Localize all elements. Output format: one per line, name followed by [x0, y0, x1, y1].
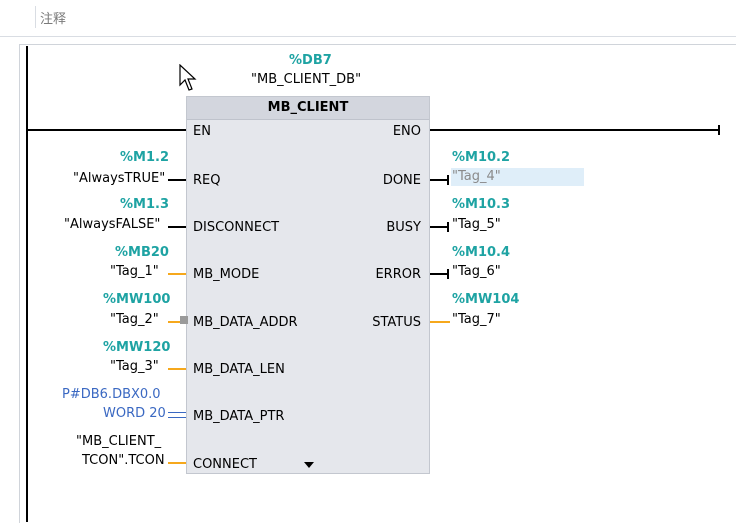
- busy-tag[interactable]: "Tag_5": [452, 217, 501, 232]
- pin-done: DONE: [382, 173, 421, 188]
- mb-client-block[interactable]: MB_CLIENT EN ENO REQ DISCONNECT MB_MODE …: [186, 96, 430, 474]
- en-power-line: [28, 129, 186, 131]
- connect-tag-line1[interactable]: "MB_CLIENT_: [76, 434, 161, 449]
- status-address[interactable]: %MW104: [452, 292, 519, 307]
- pin-busy: BUSY: [386, 220, 421, 235]
- pin-mb-data-addr: MB_DATA_ADDR: [193, 315, 298, 330]
- connect-tag-line2[interactable]: TCON".TCON: [82, 453, 165, 468]
- mb-mode-wire: [168, 273, 186, 275]
- mb-data-addr-address[interactable]: %MW100: [103, 292, 170, 307]
- req-wire: [168, 179, 186, 181]
- mb-data-ptr-address[interactable]: P#DB6.DBX0.0: [62, 387, 161, 402]
- pin-mb-mode: MB_MODE: [193, 267, 260, 282]
- pin-status: STATUS: [372, 315, 421, 330]
- mb-mode-tag[interactable]: "Tag_1": [110, 264, 159, 279]
- pointer-wire: [168, 412, 186, 418]
- disconnect-address[interactable]: %M1.3: [120, 197, 169, 212]
- req-address[interactable]: %M1.2: [120, 150, 169, 165]
- status-tag[interactable]: "Tag_7": [452, 312, 501, 327]
- pin-error: ERROR: [375, 267, 421, 282]
- req-tag[interactable]: "AlwaysTRUE": [73, 171, 165, 186]
- pin-req: REQ: [193, 173, 221, 188]
- comment-divider: [35, 6, 36, 28]
- disconnect-wire: [168, 226, 186, 228]
- eno-output-line: [430, 129, 720, 131]
- pin-eno: ENO: [392, 124, 421, 139]
- done-wire: [430, 179, 448, 181]
- triangle-down-icon[interactable]: [304, 462, 314, 468]
- done-tag[interactable]: "Tag_4": [452, 169, 501, 184]
- done-wire-end: [447, 175, 449, 185]
- busy-wire-end: [447, 222, 449, 232]
- mb-data-len-address[interactable]: %MW120: [103, 340, 170, 355]
- instance-db-address[interactable]: %DB7: [289, 53, 332, 68]
- mb-data-len-wire: [168, 368, 186, 370]
- comment-text[interactable]: 注释: [40, 8, 66, 27]
- disconnect-tag[interactable]: "AlwaysFALSE": [64, 217, 160, 232]
- mb-data-addr-tag[interactable]: "Tag_2": [110, 312, 159, 327]
- error-wire-end: [447, 269, 449, 279]
- done-address[interactable]: %M10.2: [452, 150, 510, 165]
- busy-wire: [430, 226, 448, 228]
- eno-line-end: [718, 125, 720, 135]
- left-power-rail: [26, 46, 28, 522]
- block-title: MB_CLIENT: [187, 97, 429, 120]
- pin-mb-data-ptr: MB_DATA_PTR: [193, 409, 285, 424]
- pin-disconnect: DISCONNECT: [193, 220, 280, 235]
- pin-en: EN: [193, 124, 211, 139]
- busy-address[interactable]: %M10.3: [452, 197, 510, 212]
- status-wire: [430, 321, 450, 323]
- mouse-pointer-icon: [179, 64, 197, 91]
- pin-mb-data-len: MB_DATA_LEN: [193, 362, 285, 377]
- mb-data-addr-wire: [168, 321, 180, 323]
- mb-data-ptr-tag[interactable]: WORD 20: [103, 406, 166, 421]
- pin-connect: CONNECT: [193, 457, 257, 472]
- connect-wire: [168, 462, 186, 464]
- error-wire: [430, 273, 448, 275]
- mb-data-len-tag[interactable]: "Tag_3": [110, 359, 159, 374]
- error-address[interactable]: %M10.4: [452, 245, 510, 260]
- error-tag[interactable]: "Tag_6": [452, 264, 501, 279]
- connector-square-icon: [180, 316, 188, 324]
- network-comment-bar[interactable]: 注释: [0, 0, 736, 37]
- instance-db-name[interactable]: "MB_CLIENT_DB": [251, 72, 361, 87]
- mb-mode-address[interactable]: %MB20: [115, 245, 169, 260]
